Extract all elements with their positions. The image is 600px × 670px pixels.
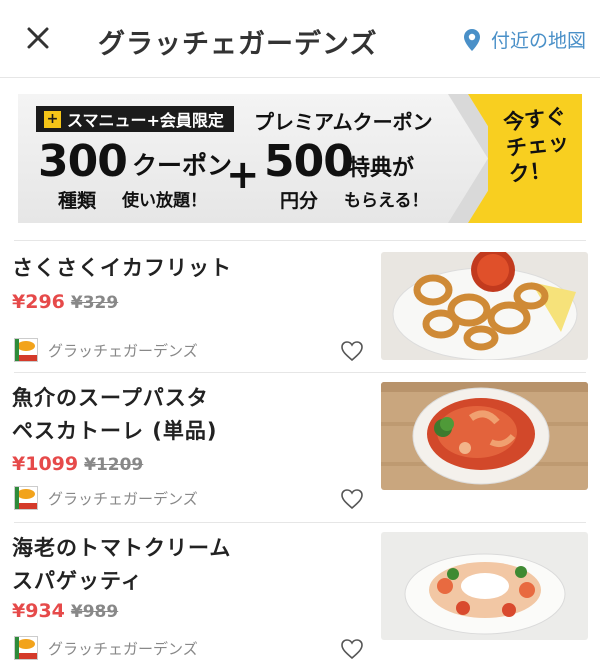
shop-logo	[14, 636, 38, 660]
menu-item[interactable]: さくさくイカフリット ¥296 ¥329 グラッチェガーデンズ	[0, 241, 600, 371]
original-price: ¥329	[70, 293, 119, 313]
item-name: 魚介のスープパスタ ペスカトーレ (単品)	[12, 382, 218, 448]
item-name-line2: スパゲッティ	[12, 569, 143, 593]
item-name: 海老のトマトクリーム スパゲッティ	[12, 532, 231, 598]
item-name-line1: 魚介のスープパスタ	[12, 386, 209, 410]
shop-info: グラッチェガーデンズ	[14, 636, 198, 660]
sale-price: ¥934	[12, 600, 65, 622]
sale-price: ¥296	[12, 291, 65, 313]
bonus-receive: もらえる！	[344, 191, 429, 211]
item-photo-calamari	[381, 252, 588, 360]
map-link-label: 付近の地図	[490, 30, 586, 52]
close-icon[interactable]	[22, 22, 54, 54]
item-name-line2: ペスカトーレ (単品)	[12, 419, 218, 443]
item-price: ¥934 ¥989	[12, 600, 118, 622]
coupon-unlimited: 使い放題！	[122, 191, 207, 211]
coupon-count-unit: 種類	[58, 190, 97, 212]
plus-icon: +	[44, 110, 61, 128]
item-name: さくさくイカフリット	[12, 252, 232, 285]
member-limited-tag: + スマニュー+会員限定	[36, 106, 234, 132]
bonus-label: 特典が	[348, 156, 415, 181]
coupon-word: クーポン	[132, 151, 233, 180]
location-pin-icon	[463, 28, 480, 51]
shop-logo	[14, 338, 38, 362]
menu-item[interactable]: 海老のトマトクリーム スパゲッティ ¥934 ¥989 グラッチェガーデンズ	[0, 523, 600, 670]
original-price: ¥1209	[84, 455, 144, 475]
favorite-heart-icon[interactable]	[340, 488, 364, 510]
plus-sign: +	[226, 152, 260, 198]
shop-name: グラッチェガーデンズ	[48, 639, 198, 658]
shop-name: グラッチェガーデンズ	[48, 341, 198, 360]
nearby-map-link[interactable]: 付近の地図	[463, 26, 586, 53]
original-price: ¥989	[70, 602, 119, 622]
premium-coupon-label: プレミアムクーポン	[254, 110, 433, 134]
bonus-amount-unit: 円分	[280, 190, 319, 212]
item-name-line1: 海老のトマトクリーム	[12, 536, 232, 560]
app-header: グラッチェガーデンズ 付近の地図	[0, 0, 600, 78]
bonus-amount: 500	[264, 136, 354, 187]
page-title: グラッチェガーデンズ	[98, 29, 378, 60]
check-now-line2: チェック！	[504, 130, 571, 187]
favorite-heart-icon[interactable]	[340, 638, 364, 660]
member-limited-label: スマニュー+会員限定	[67, 111, 224, 130]
item-name-line1: さくさくイカフリット	[12, 256, 232, 280]
favorite-heart-icon[interactable]	[340, 340, 364, 362]
item-photo-shrimp-spaghetti	[381, 532, 588, 640]
item-price: ¥1099 ¥1209	[12, 453, 143, 475]
premium-coupon-banner[interactable]: + スマニュー+会員限定 プレミアムクーポン 300 種類 クーポン 使い放題！…	[18, 94, 582, 223]
sale-price: ¥1099	[12, 453, 79, 475]
coupon-count: 300	[38, 136, 128, 187]
shop-info: グラッチェガーデンズ	[14, 338, 198, 362]
item-photo-pescatore	[381, 382, 588, 490]
shop-logo	[14, 486, 38, 510]
shop-name: グラッチェガーデンズ	[48, 489, 198, 508]
menu-item[interactable]: 魚介のスープパスタ ペスカトーレ (単品) ¥1099 ¥1209 グラッチェガー…	[0, 373, 600, 521]
shop-info: グラッチェガーデンズ	[14, 486, 198, 510]
item-price: ¥296 ¥329	[12, 291, 118, 313]
check-now-label: 今すぐ チェック！	[502, 103, 580, 188]
